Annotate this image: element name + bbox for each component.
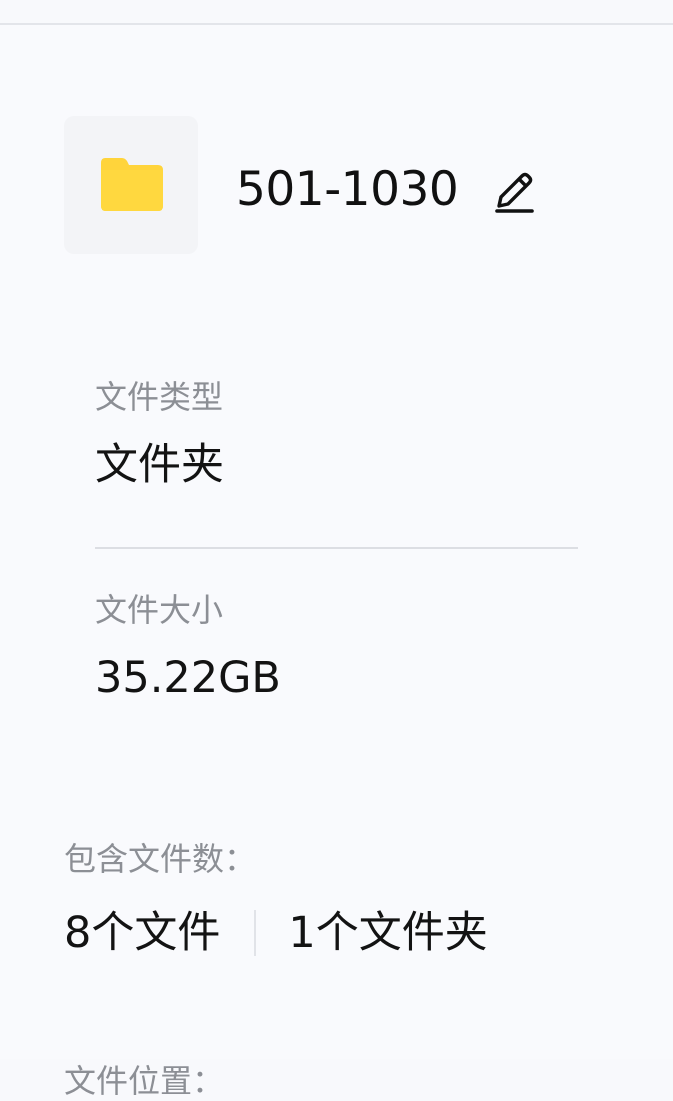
file-size-label: 文件大小: [95, 591, 224, 629]
file-count-label: 包含文件数：: [64, 840, 257, 878]
file-size-value: 35.22GB: [95, 653, 281, 703]
folder-thumbnail: [64, 116, 198, 254]
file-location-section: 文件位置：: [64, 1061, 624, 1101]
file-count-row: 8个文件 1个文件夹: [64, 905, 624, 961]
file-type-value: 文件夹: [95, 440, 224, 490]
folders-count-value: 1个文件夹: [288, 908, 488, 958]
file-size-section: 文件大小 35.22GB: [95, 590, 578, 706]
file-name: 501-1030: [236, 161, 459, 217]
file-name-row: 501-1030: [236, 157, 536, 221]
folder-icon: [101, 158, 163, 211]
files-count-value: 8个文件: [64, 908, 221, 958]
section-divider: [95, 547, 578, 549]
edit-pencil-icon[interactable]: [492, 164, 536, 214]
file-location-label: 文件位置：: [64, 1062, 225, 1100]
file-type-section: 文件类型 文件夹: [95, 377, 578, 493]
file-count-section: 包含文件数： 8个文件 1个文件夹: [64, 839, 624, 961]
file-details-sheet: 501-1030 文件类型 文件夹 文件大小 35.22GB 包含文件数： 8个…: [0, 25, 673, 1100]
file-type-label: 文件类型: [95, 378, 224, 416]
count-separator: [254, 910, 257, 956]
